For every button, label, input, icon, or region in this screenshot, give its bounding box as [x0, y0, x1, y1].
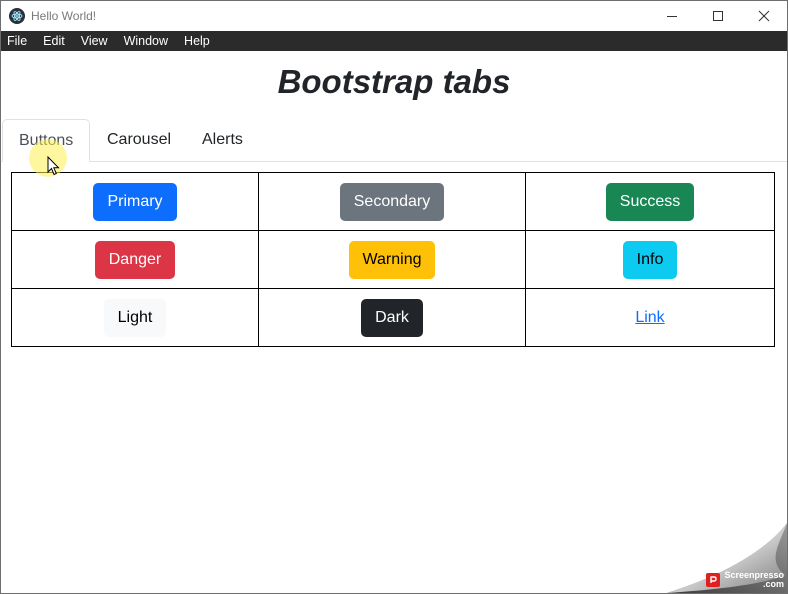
buttons-table: Primary Secondary Success Danger Warning… — [11, 172, 775, 347]
table-cell: Secondary — [258, 172, 526, 231]
menu-file[interactable]: File — [1, 31, 36, 51]
link-button[interactable]: Link — [621, 299, 678, 337]
table-row: Danger Warning Info — [11, 230, 775, 289]
title-bar[interactable]: Hello World! — [1, 1, 787, 31]
table-cell: Link — [525, 288, 775, 347]
mouse-pointer-icon — [47, 156, 60, 176]
menu-help[interactable]: Help — [177, 31, 219, 51]
success-button[interactable]: Success — [605, 182, 695, 221]
minimize-icon — [667, 16, 677, 17]
table-row: Light Dark Link — [11, 288, 775, 347]
table-cell: Warning — [258, 230, 526, 289]
secondary-button[interactable]: Secondary — [339, 182, 445, 221]
warning-button[interactable]: Warning — [348, 240, 436, 279]
menu-bar: File Edit View Window Help — [1, 31, 787, 51]
light-button[interactable]: Light — [103, 298, 167, 337]
table-cell: Info — [525, 230, 775, 289]
window-title: Hello World! — [31, 9, 97, 23]
table-cell: Dark — [258, 288, 526, 347]
menu-window[interactable]: Window — [117, 31, 177, 51]
table-cell: Success — [525, 172, 775, 231]
app-window: Hello World! File Edit View Window Help … — [0, 0, 788, 594]
tab-carousel[interactable]: Carousel — [91, 119, 187, 160]
primary-button[interactable]: Primary — [93, 182, 177, 221]
maximize-button[interactable] — [695, 1, 741, 31]
menu-edit[interactable]: Edit — [36, 31, 74, 51]
watermark-domain: .com — [762, 579, 784, 589]
info-button[interactable]: Info — [622, 240, 678, 279]
page-content: Bootstrap tabs Buttons Carousel Alerts P… — [1, 51, 787, 593]
window-controls — [649, 1, 787, 31]
dark-button[interactable]: Dark — [361, 298, 423, 337]
close-button[interactable] — [741, 1, 787, 31]
minimize-button[interactable] — [649, 1, 695, 31]
screenpresso-watermark: Screenpresso .com — [706, 571, 784, 589]
table-cell: Light — [11, 288, 259, 347]
electron-app-icon — [9, 8, 25, 24]
page-title: Bootstrap tabs — [277, 63, 511, 100]
table-cell: Danger — [11, 230, 259, 289]
menu-view[interactable]: View — [74, 31, 117, 51]
tab-alerts[interactable]: Alerts — [186, 119, 259, 160]
table-cell: Primary — [11, 172, 259, 231]
table-row: Primary Secondary Success — [11, 172, 775, 231]
maximize-icon — [713, 11, 723, 21]
tab-bar: Buttons Carousel Alerts — [1, 119, 787, 162]
danger-button[interactable]: Danger — [94, 240, 176, 279]
screenpresso-logo-icon — [706, 573, 721, 587]
close-icon — [758, 10, 770, 22]
